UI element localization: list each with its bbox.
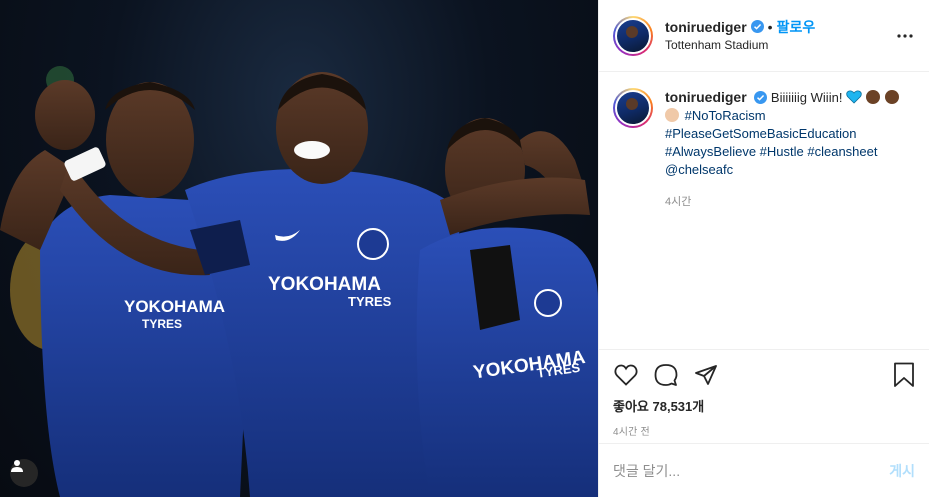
avatar[interactable]	[613, 15, 653, 56]
fist-icon	[665, 108, 679, 122]
comment-input[interactable]	[613, 462, 890, 479]
post-photo[interactable]: YOKOHAMA TYRES YOKOHAMA TYRES YOKOHAMA T…	[0, 0, 598, 497]
hashtag-link[interactable]: #AlwaysBelieve	[665, 144, 756, 159]
sponsor-sub-middle: TYRES	[348, 294, 392, 309]
fist-icon	[885, 90, 900, 104]
location-link[interactable]: Tottenham Stadium	[665, 36, 815, 54]
hashtag-link[interactable]: #NoToRacism	[685, 108, 766, 123]
sponsor-sub-left: TYRES	[142, 317, 182, 331]
bookmark-icon	[894, 362, 914, 387]
hashtag-link[interactable]: #PleaseGetSomeBasicEducation	[665, 126, 857, 141]
verified-icon	[754, 91, 768, 104]
verified-icon	[750, 20, 764, 33]
post-header: toniruediger • 팔로우 Tottenham Stadium	[599, 0, 929, 72]
post-sidebar: toniruediger • 팔로우 Tottenham Stadium ton…	[598, 0, 929, 497]
more-options-icon	[897, 34, 913, 38]
caption-time: 4시간	[665, 196, 692, 208]
user-icon	[11, 460, 23, 472]
caption-username[interactable]: toniruediger	[665, 89, 747, 105]
header-separator: •	[767, 18, 773, 35]
post-comment-button[interactable]: 게시	[889, 461, 915, 481]
follow-button[interactable]: 팔로우	[777, 18, 816, 36]
comments-area: toniruediger Biiiiiiig Wiiin! #NoToRacis…	[599, 72, 929, 349]
share-button[interactable]	[693, 362, 719, 388]
hashtag-link[interactable]: #Hustle	[760, 144, 804, 159]
user-tag-button[interactable]	[10, 459, 38, 487]
instagram-post: YOKOHAMA TYRES YOKOHAMA TYRES YOKOHAMA T…	[0, 0, 929, 497]
save-button[interactable]	[893, 362, 919, 388]
sponsor-text-left: YOKOHAMA	[124, 297, 225, 316]
fist-icon	[865, 90, 880, 104]
caption-text: toniruediger Biiiiiiig Wiiin! #NoToRacis…	[665, 88, 915, 179]
comment-icon	[654, 364, 678, 386]
photo-illustration: YOKOHAMA TYRES YOKOHAMA TYRES YOKOHAMA T…	[0, 66, 598, 497]
hashtag-link[interactable]: #cleansheet	[807, 144, 877, 159]
comment-button[interactable]	[653, 362, 679, 388]
mention-link[interactable]: @chelseafc	[665, 162, 733, 177]
add-comment-bar: 게시	[599, 443, 929, 497]
like-button[interactable]	[613, 362, 639, 388]
posted-time[interactable]: 4시간 전	[613, 423, 915, 438]
header-username[interactable]: toniruediger	[665, 18, 747, 36]
likes-count[interactable]: 좋아요 78,531개	[613, 396, 915, 415]
blue-heart-icon	[846, 90, 862, 104]
action-bar: 좋아요 78,531개 4시간 전	[599, 349, 929, 443]
heart-icon	[614, 364, 638, 386]
caption-avatar[interactable]	[613, 88, 653, 128]
sponsor-text-middle: YOKOHAMA	[268, 274, 381, 295]
caption: toniruediger Biiiiiiig Wiiin! #NoToRacis…	[613, 88, 915, 179]
send-icon	[695, 365, 717, 385]
more-options-button[interactable]	[893, 24, 917, 48]
caption-body: Biiiiiiig Wiiin!	[770, 90, 843, 105]
